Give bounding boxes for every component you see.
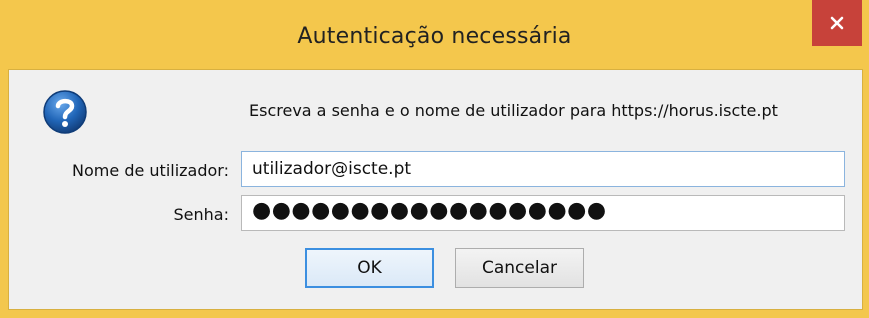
close-button[interactable] <box>812 0 862 46</box>
username-field[interactable]: utilizador@iscte.pt <box>241 151 845 187</box>
question-icon <box>42 89 88 135</box>
title-bar[interactable]: Autenticação necessária <box>0 0 869 76</box>
auth-dialog-window: Autenticação necessária Escreva a senha … <box>0 0 869 318</box>
username-label: Nome de utilizador: <box>72 161 229 180</box>
cancel-button[interactable]: Cancelar <box>455 248 584 288</box>
ok-button[interactable]: OK <box>305 248 434 288</box>
auth-message: Escreva a senha e o nome de utilizador p… <box>249 101 778 120</box>
dialog-body: Escreva a senha e o nome de utilizador p… <box>8 69 863 310</box>
password-label: Senha: <box>173 205 229 224</box>
window-title: Autenticação necessária <box>297 24 572 49</box>
close-icon <box>830 16 844 30</box>
password-field[interactable]: ●●●●●●●●●●●●●●●●●● <box>241 195 845 231</box>
